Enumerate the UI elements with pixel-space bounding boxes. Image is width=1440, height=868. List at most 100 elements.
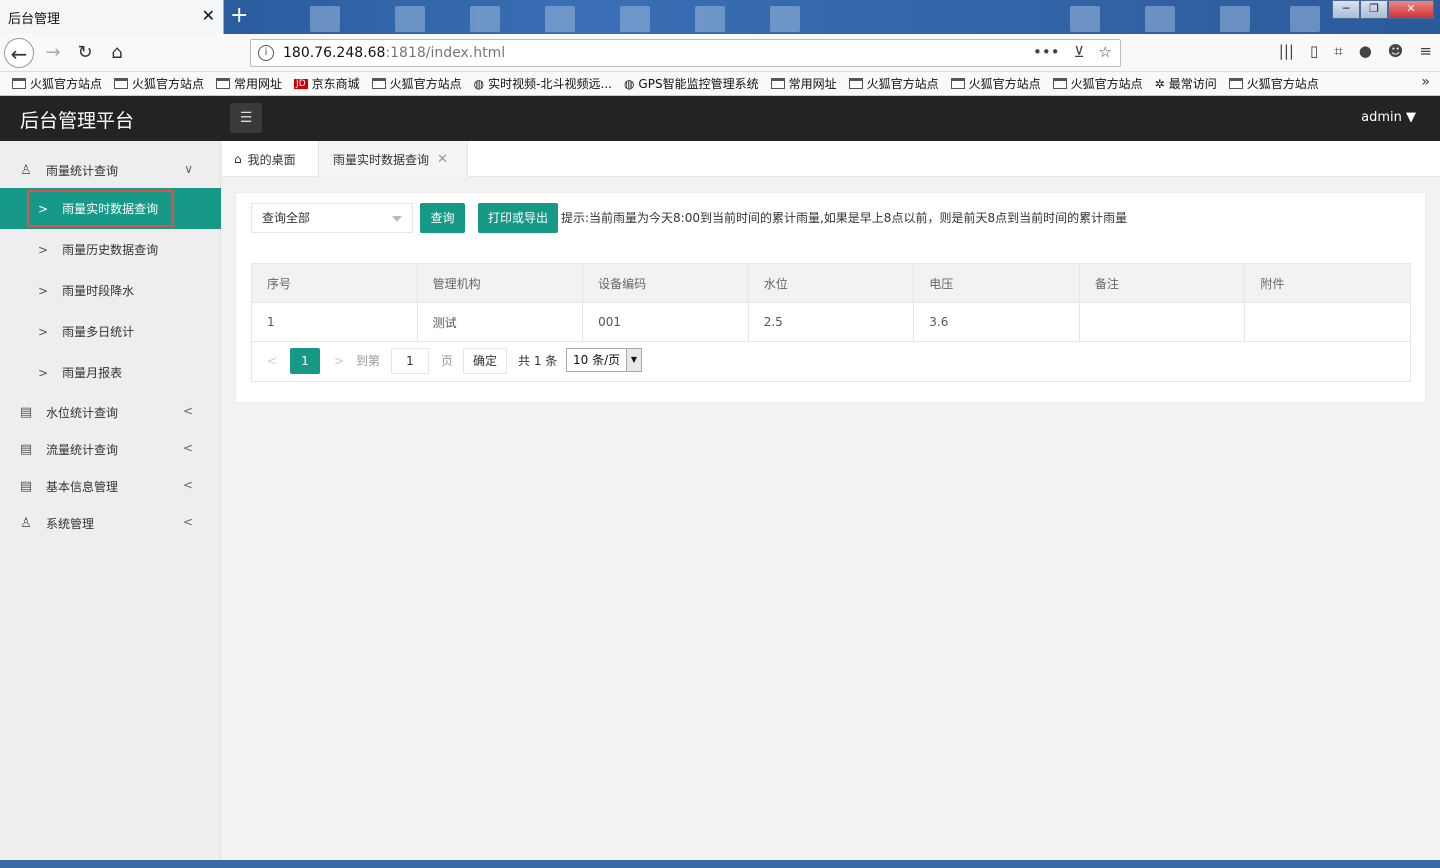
app-brand: 后台管理平台 bbox=[20, 110, 135, 132]
goto-confirm-button[interactable]: 确定 bbox=[463, 348, 507, 374]
export-button[interactable]: 打印或导出 bbox=[478, 203, 558, 233]
globe-icon: ◍ bbox=[623, 76, 635, 91]
new-tab-icon[interactable]: + bbox=[230, 3, 248, 28]
bookmark-item[interactable]: ◍ GPS智能监控管理系统 bbox=[624, 75, 759, 92]
bookmark-label: 火狐官方站点 bbox=[866, 77, 939, 91]
bookmark-item[interactable]: 火狐官方站点 bbox=[371, 75, 462, 92]
minimize-icon[interactable]: ─ bbox=[1332, 0, 1360, 19]
chat-icon[interactable]: ● bbox=[1359, 42, 1372, 60]
sidebar-item-label: 雨量时段降水 bbox=[62, 284, 135, 298]
page-size-select[interactable]: 10 条/页 ▼ bbox=[566, 348, 642, 372]
globe-icon: ◍ bbox=[473, 76, 485, 91]
bookmark-label: 最常访问 bbox=[1168, 77, 1217, 91]
sidebar-group-flow[interactable]: ▤ 流量统计查询 < bbox=[0, 432, 221, 466]
sidebar-icon[interactable]: ▯ bbox=[1310, 42, 1318, 60]
bookmark-label: 常用网址 bbox=[234, 77, 283, 91]
sidebar-item-rainfall-history[interactable]: > 雨量历史数据查询 bbox=[0, 229, 221, 270]
back-arrow-icon[interactable]: ← bbox=[4, 38, 34, 68]
folder-icon bbox=[216, 78, 231, 89]
column-header[interactable]: 备注 bbox=[1078, 263, 1246, 303]
query-card: 查询全部 查询 打印或导出 提示:当前雨量为今天8:00到当前时间的累计雨量,如… bbox=[235, 192, 1426, 403]
table-header-row: 序号 管理机构 设备编码 水位 电压 备注 附件 bbox=[251, 263, 1411, 303]
library-icon[interactable]: ||| bbox=[1279, 42, 1294, 60]
bookmark-item[interactable]: 火狐官方站点 bbox=[950, 75, 1041, 92]
column-header[interactable]: 电压 bbox=[913, 263, 1080, 303]
query-button[interactable]: 查询 bbox=[420, 203, 465, 233]
document-icon: ▤ bbox=[19, 441, 33, 457]
account-icon[interactable]: ☻ bbox=[1388, 42, 1404, 60]
bookmark-item[interactable]: 火狐官方站点 bbox=[1228, 75, 1319, 92]
sidebar-item-rainfall-monthly[interactable]: > 雨量月报表 bbox=[0, 352, 221, 393]
bookmark-item[interactable]: ◍ 实时视频-北斗视频远... bbox=[474, 75, 612, 92]
folder-icon bbox=[848, 78, 863, 89]
filter-select[interactable]: 查询全部 bbox=[251, 203, 413, 233]
table-cell bbox=[1078, 302, 1246, 342]
chevron-right-icon: > bbox=[38, 283, 49, 298]
hint-text: 提示:当前雨量为今天8:00到当前时间的累计雨量,如果是早上8点以前，则是前天8… bbox=[561, 211, 1128, 225]
close-tab-icon[interactable]: ✕ bbox=[202, 7, 215, 25]
column-header[interactable]: 水位 bbox=[747, 263, 915, 303]
sidebar-group-system[interactable]: ♙ 系统管理 < bbox=[0, 506, 221, 540]
tab-rainfall-realtime[interactable]: 雨量实时数据查询 ✕ bbox=[318, 141, 468, 177]
bookmark-item[interactable]: 火狐官方站点 bbox=[12, 75, 102, 92]
bookmark-item[interactable]: ✲ 最常访问 bbox=[1155, 75, 1217, 92]
sidebar-item-rainfall-period[interactable]: > 雨量时段降水 bbox=[0, 270, 221, 311]
page-number-current[interactable]: 1 bbox=[290, 348, 320, 374]
sidebar-item-label: 雨量历史数据查询 bbox=[62, 243, 159, 257]
app-header: 后台管理平台 ☰ admin ▼ bbox=[0, 96, 1440, 141]
hamburger-menu-icon[interactable]: ≡ bbox=[1419, 42, 1432, 60]
user-menu[interactable]: admin ▼ bbox=[1361, 110, 1416, 125]
chevron-right-icon: > bbox=[38, 242, 49, 257]
column-header[interactable]: 设备编码 bbox=[582, 263, 749, 303]
bookmark-item[interactable]: 火狐官方站点 bbox=[848, 75, 939, 92]
gear-icon: ✲ bbox=[1154, 76, 1165, 91]
bookmark-item[interactable]: 常用网址 bbox=[770, 75, 837, 92]
column-header[interactable]: 管理机构 bbox=[416, 263, 584, 303]
table-cell bbox=[1244, 302, 1411, 342]
sidebar-item-rainfall-multiday[interactable]: > 雨量多日统计 bbox=[0, 311, 221, 352]
browser-tab[interactable]: 后台管理 ✕ bbox=[0, 0, 224, 34]
bookmarks-overflow-icon[interactable]: » bbox=[1421, 74, 1430, 90]
bookmark-item[interactable]: JD 京东商城 bbox=[294, 75, 360, 92]
sidebar-group-water-level[interactable]: ▤ 水位统计查询 < bbox=[0, 395, 221, 429]
maximize-icon[interactable]: ❐ bbox=[1360, 0, 1388, 19]
goto-label: 到第 bbox=[356, 354, 381, 368]
window-close-icon[interactable]: ✕ bbox=[1388, 0, 1434, 19]
bookmark-label: 火狐官方站点 bbox=[1070, 77, 1143, 91]
address-bar[interactable]: i 180.76.248.68:1818/index.html ••• ⊻ ☆ bbox=[250, 39, 1121, 67]
window-controls: ─ ❐ ✕ bbox=[1332, 0, 1434, 19]
bookmark-label: 京东商城 bbox=[311, 77, 360, 91]
folder-icon bbox=[1228, 78, 1243, 89]
reload-icon[interactable]: ↻ bbox=[70, 38, 100, 68]
sidebar-group-rainfall[interactable]: ♙ 雨量统计查询 ∨ bbox=[0, 153, 221, 187]
close-icon[interactable]: ✕ bbox=[437, 152, 448, 167]
bookmark-item[interactable]: 火狐官方站点 bbox=[1052, 75, 1143, 92]
column-header[interactable]: 序号 bbox=[251, 263, 418, 303]
folder-icon bbox=[770, 78, 785, 89]
tab-desktop[interactable]: ⌂ 我的桌面 bbox=[234, 141, 296, 177]
bookmark-label: 火狐官方站点 bbox=[132, 77, 205, 91]
table-cell: 1 bbox=[251, 302, 418, 342]
background-window-thumbnail bbox=[1070, 6, 1100, 32]
bookmark-item[interactable]: 常用网址 bbox=[216, 75, 282, 92]
more-actions-icon[interactable]: ••• bbox=[1033, 43, 1060, 61]
table-row[interactable]: 1 测试 001 2.5 3.6 bbox=[251, 302, 1411, 342]
total-count: 共 1 条 bbox=[518, 354, 558, 368]
menu-toggle-icon[interactable]: ☰ bbox=[230, 103, 262, 133]
background-window-thumbnail bbox=[695, 6, 725, 32]
background-window-thumbnail bbox=[1290, 6, 1320, 32]
bookmark-item[interactable]: 火狐官方站点 bbox=[114, 75, 204, 92]
prev-page-icon[interactable]: < bbox=[267, 348, 277, 374]
next-page-icon[interactable]: > bbox=[334, 348, 344, 374]
forward-arrow-icon[interactable]: → bbox=[38, 38, 68, 68]
column-header[interactable]: 附件 bbox=[1244, 263, 1411, 303]
bookmark-star-icon[interactable]: ☆ bbox=[1099, 43, 1112, 61]
screenshot-crop-icon[interactable]: ⌗ bbox=[1334, 42, 1342, 60]
info-icon[interactable]: i bbox=[258, 45, 274, 61]
sidebar-group-basic-info[interactable]: ▤ 基本信息管理 < bbox=[0, 469, 221, 503]
home-icon[interactable]: ⌂ bbox=[102, 38, 132, 68]
browser-navbar: ← → ↻ ⌂ i 180.76.248.68:1818/index.html … bbox=[0, 34, 1440, 72]
goto-page-input[interactable]: 1 bbox=[391, 348, 429, 374]
sidebar-group-label: 雨量统计查询 bbox=[46, 163, 119, 178]
pocket-icon[interactable]: ⊻ bbox=[1074, 43, 1085, 61]
